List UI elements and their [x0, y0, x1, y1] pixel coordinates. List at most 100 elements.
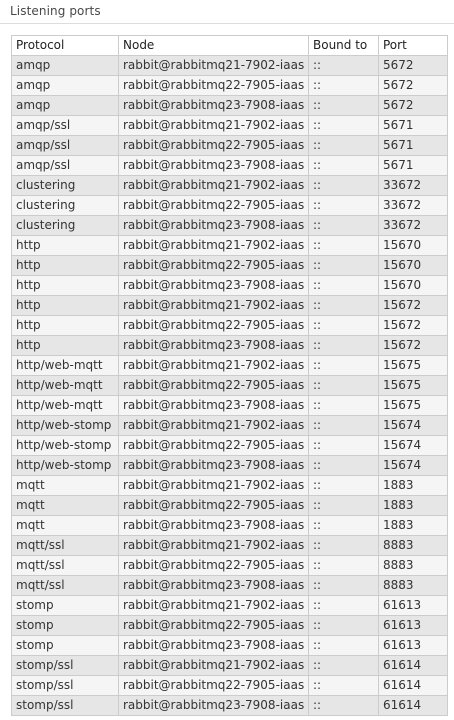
protocol-cell: http/web-stomp: [11, 435, 119, 456]
port-cell: 5672: [378, 55, 448, 76]
table-row: http/web-mqtt rabbit@rabbitmq21-7902-iaas…: [11, 355, 448, 376]
table-row: stomp/ssl rabbit@rabbitmq23-7908-iaas:: 61…: [11, 695, 448, 716]
port-cell: 8883: [378, 575, 448, 596]
protocol-cell: stomp: [11, 595, 119, 616]
column-header-bound-to: Bound to: [308, 35, 379, 56]
bound-to-cell: ::: [308, 555, 379, 576]
port-cell: 8883: [378, 555, 448, 576]
table-row: stomp rabbit@rabbitmq21-7902-iaas:: 61613: [11, 595, 448, 616]
port-cell: 5671: [378, 155, 448, 176]
node-cell: rabbit@rabbitmq21-7902-iaas: [118, 115, 309, 136]
node-cell: rabbit@rabbitmq23-7908-iaas: [118, 215, 309, 236]
node-cell: rabbit@rabbitmq21-7902-iaas: [118, 355, 309, 376]
node-cell: rabbit@rabbitmq21-7902-iaas: [118, 475, 309, 496]
port-cell: 61614: [378, 675, 448, 696]
node-cell: rabbit@rabbitmq21-7902-iaas: [118, 655, 309, 676]
node-cell: rabbit@rabbitmq23-7908-iaas: [118, 335, 309, 356]
table-row: http/web-stomp rabbit@rabbitmq21-7902-iaa…: [11, 415, 448, 436]
port-cell: 15675: [378, 375, 448, 396]
listening-ports-section-header[interactable]: Listening ports: [0, 0, 454, 24]
port-cell: 61614: [378, 695, 448, 716]
node-cell: rabbit@rabbitmq21-7902-iaas: [118, 235, 309, 256]
bound-to-cell: ::: [308, 175, 379, 196]
node-cell: rabbit@rabbitmq21-7902-iaas: [118, 535, 309, 556]
bound-to-cell: ::: [308, 135, 379, 156]
bound-to-cell: ::: [308, 215, 379, 236]
column-header-protocol: Protocol: [11, 35, 119, 56]
table-row: clustering rabbit@rabbitmq23-7908-iaas:: 3…: [11, 215, 448, 236]
node-cell: rabbit@rabbitmq23-7908-iaas: [118, 575, 309, 596]
node-cell: rabbit@rabbitmq21-7902-iaas: [118, 55, 309, 76]
table-row: amqp/ssl rabbit@rabbitmq23-7908-iaas:: 567…: [11, 155, 448, 176]
protocol-cell: mqtt/ssl: [11, 575, 119, 596]
protocol-cell: http: [11, 335, 119, 356]
bound-to-cell: ::: [308, 535, 379, 556]
protocol-cell: http: [11, 275, 119, 296]
table-row: stomp/ssl rabbit@rabbitmq22-7905-iaas:: 61…: [11, 675, 448, 696]
table-row: mqtt rabbit@rabbitmq22-7905-iaas:: 1883: [11, 495, 448, 516]
table-row: amqp rabbit@rabbitmq23-7908-iaas:: 5672: [11, 95, 448, 116]
node-cell: rabbit@rabbitmq22-7905-iaas: [118, 375, 309, 396]
table-row: http/web-mqtt rabbit@rabbitmq23-7908-iaas…: [11, 395, 448, 416]
protocol-cell: amqp/ssl: [11, 155, 119, 176]
port-cell: 1883: [378, 515, 448, 536]
bound-to-cell: ::: [308, 295, 379, 316]
table-row: http rabbit@rabbitmq22-7905-iaas:: 15670: [11, 255, 448, 276]
protocol-cell: stomp: [11, 635, 119, 656]
protocol-cell: stomp: [11, 615, 119, 636]
bound-to-cell: ::: [308, 475, 379, 496]
bound-to-cell: ::: [308, 55, 379, 76]
node-cell: rabbit@rabbitmq22-7905-iaas: [118, 555, 309, 576]
protocol-cell: amqp: [11, 55, 119, 76]
node-cell: rabbit@rabbitmq22-7905-iaas: [118, 435, 309, 456]
bound-to-cell: ::: [308, 595, 379, 616]
table-row: http rabbit@rabbitmq23-7908-iaas:: 15670: [11, 275, 448, 296]
table-row: mqtt rabbit@rabbitmq23-7908-iaas:: 1883: [11, 515, 448, 536]
port-cell: 33672: [378, 175, 448, 196]
port-cell: 15670: [378, 235, 448, 256]
port-cell: 15670: [378, 255, 448, 276]
port-cell: 5672: [378, 75, 448, 96]
protocol-cell: clustering: [11, 175, 119, 196]
bound-to-cell: ::: [308, 275, 379, 296]
bound-to-cell: ::: [308, 415, 379, 436]
bound-to-cell: ::: [308, 115, 379, 136]
protocol-cell: mqtt: [11, 495, 119, 516]
node-cell: rabbit@rabbitmq22-7905-iaas: [118, 75, 309, 96]
node-cell: rabbit@rabbitmq22-7905-iaas: [118, 315, 309, 336]
protocol-cell: http: [11, 315, 119, 336]
bound-to-cell: ::: [308, 455, 379, 476]
table-row: http rabbit@rabbitmq23-7908-iaas:: 15672: [11, 335, 448, 356]
bound-to-cell: ::: [308, 655, 379, 676]
protocol-cell: mqtt: [11, 515, 119, 536]
node-cell: rabbit@rabbitmq23-7908-iaas: [118, 695, 309, 716]
port-cell: 15675: [378, 395, 448, 416]
column-header-port: Port: [378, 35, 448, 56]
node-cell: rabbit@rabbitmq21-7902-iaas: [118, 595, 309, 616]
bound-to-cell: ::: [308, 495, 379, 516]
protocol-cell: stomp/ssl: [11, 695, 119, 716]
protocol-cell: http/web-stomp: [11, 455, 119, 476]
port-cell: 15674: [378, 415, 448, 436]
table-row: http rabbit@rabbitmq21-7902-iaas:: 15670: [11, 235, 448, 256]
protocol-cell: amqp/ssl: [11, 115, 119, 136]
bound-to-cell: ::: [308, 355, 379, 376]
bound-to-cell: ::: [308, 435, 379, 456]
port-cell: 15674: [378, 455, 448, 476]
port-cell: 61613: [378, 635, 448, 656]
table-row: http/web-stomp rabbit@rabbitmq23-7908-iaa…: [11, 455, 448, 476]
port-cell: 33672: [378, 215, 448, 236]
protocol-cell: http/web-mqtt: [11, 395, 119, 416]
table-row: stomp rabbit@rabbitmq22-7905-iaas:: 61613: [11, 615, 448, 636]
table-row: mqtt/ssl rabbit@rabbitmq22-7905-iaas:: 888…: [11, 555, 448, 576]
bound-to-cell: ::: [308, 635, 379, 656]
table-header-row: Protocol Node Bound to Port: [11, 35, 448, 56]
bound-to-cell: ::: [308, 395, 379, 416]
table-row: amqp/ssl rabbit@rabbitmq21-7902-iaas:: 567…: [11, 115, 448, 136]
node-cell: rabbit@rabbitmq22-7905-iaas: [118, 495, 309, 516]
port-cell: 61613: [378, 595, 448, 616]
protocol-cell: mqtt: [11, 475, 119, 496]
listening-ports-table: Protocol Node Bound to Port amqp rabbit@r…: [11, 35, 448, 716]
protocol-cell: http: [11, 295, 119, 316]
table-body: amqp rabbit@rabbitmq21-7902-iaas:: 5672 amq…: [11, 55, 448, 716]
